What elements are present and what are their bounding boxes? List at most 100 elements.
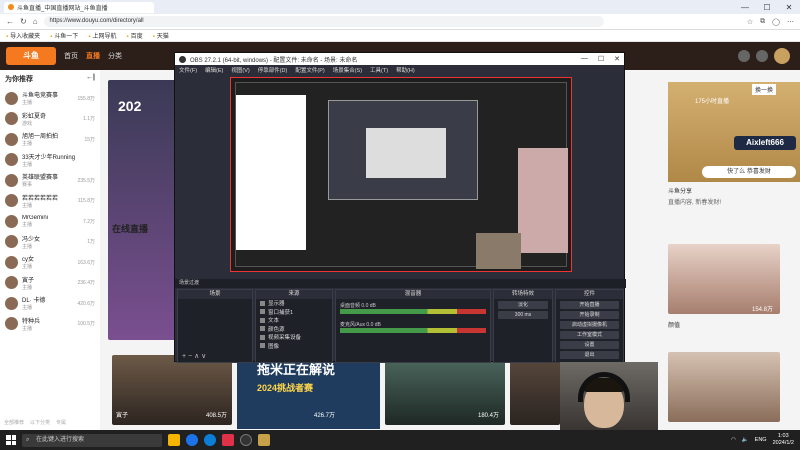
obs-menu-item[interactable]: 帮助(H) [396,66,415,74]
douyu-app-icon[interactable] [222,434,234,446]
source-item[interactable]: 文本 [256,316,332,325]
sidebar-item-text: 彩虹夏奇 游戏 [22,111,79,127]
more-icon[interactable]: ⋯ [787,18,794,26]
address-bar: ← ↻ ⌂ https://www.douyu.com/directory/al… [0,14,800,30]
sidebar-item[interactable]: 英雄联盟赛事 赛事 235.5万 [5,170,95,191]
obs-close-button[interactable]: ✕ [614,55,620,63]
history-icon[interactable] [738,50,750,62]
card-viewer-count: 426.7万 [314,413,336,419]
file-explorer-icon[interactable] [168,434,180,446]
source-item[interactable]: 显示器 [256,299,332,308]
obs-minimize-button[interactable]: — [581,55,588,63]
minimize-button[interactable]: — [734,3,756,12]
footer-link[interactable]: 专属 [56,419,66,426]
network-icon[interactable]: ◠ [731,437,736,443]
sidebar-item[interactable]: MrGemini 主播 7.2万 [5,211,95,232]
clock-date: 2024/1/2 [772,440,794,446]
source-item[interactable]: 窗口捕获1 [256,308,332,317]
settings-button[interactable]: 设置 [560,341,619,349]
sidebar-item[interactable]: cy女 主播 163.6万 [5,252,95,273]
stream-thumbnail[interactable]: 拖米正在解说 2024挑战者赛 [237,355,380,429]
sidebar-item[interactable]: 寅子 主播 236.4万 [5,273,95,294]
sidebar-item[interactable]: 特种兵 主播 100.5万 [5,314,95,335]
viewer-count: 100.5万 [77,321,95,328]
footer-link[interactable]: 全部推荐 [4,419,24,426]
nav-category[interactable]: 分类 [108,51,122,61]
browser-tab[interactable]: 斗鱼直播_中国直播网站_斗鱼直播 [4,1,154,13]
ad-banner-button[interactable]: 快了么 恭喜发财 [702,166,796,178]
browser-app-icon[interactable] [186,434,198,446]
obs-menu-item[interactable]: 停靠部件(D) [258,66,288,74]
obs-maximize-button[interactable]: ☐ [598,55,604,63]
obs-menu-item[interactable]: 工具(T) [370,66,388,74]
obs-window[interactable]: OBS 27.2.1 (64-bit, windows) - 配置文件: 未命名… [174,52,626,363]
studio-mode-button[interactable]: 工作室模式 [560,331,619,339]
controls-header: 控件 [556,290,623,299]
obs-menu-item[interactable]: 编辑(E) [205,66,223,74]
sidebar-list: 斗鱼电竞赛事 主播 155.8万 彩虹夏奇 游戏 1.1万 旭旭一周拍拍 主播 15万 33天才少… [5,88,95,334]
close-button[interactable]: ✕ [778,3,800,12]
bookmark-item[interactable]: 上网导航 [88,31,116,40]
sidebar-item[interactable]: 若若若若若若 主播 115.8万 [5,191,95,212]
sidebar-item[interactable]: 斗鱼电竞赛事 主播 155.8万 [5,88,95,109]
taskbar-search-input[interactable]: 在此键入进行搜索 [22,433,162,447]
back-icon[interactable]: ← [6,17,14,26]
obs-menu-item[interactable]: 场景集合(S) [333,66,362,74]
card-viewer-count: 180.4万 [478,413,500,419]
start-streaming-button[interactable]: 开始直播 [560,301,619,309]
hero-title: 202 [118,98,142,114]
volume-meter[interactable] [340,328,486,333]
preview-webcam [476,233,521,269]
language-indicator[interactable]: ENG [755,437,767,443]
exit-button[interactable]: 退出 [560,351,619,359]
virtual-camera-button[interactable]: 启动虚拟摄像机 [560,321,619,329]
nav-live[interactable]: 直播 [86,51,100,61]
nav-home[interactable]: 首页 [64,51,78,61]
windows-start-icon[interactable] [6,435,16,445]
footer-link[interactable]: 以下分类 [30,419,50,426]
url-input[interactable]: https://www.douyu.com/directory/all [43,16,604,27]
clock[interactable]: 1:03 2024/1/2 [773,433,794,447]
user-avatar[interactable] [774,48,790,64]
sidebar-item[interactable]: 彩虹夏奇 游戏 1.1万 [5,109,95,130]
volume-icon[interactable]: 🔈 [742,437,749,443]
start-recording-button[interactable]: 开始录制 [560,311,619,319]
obs-preview[interactable] [230,77,572,272]
lol-app-icon[interactable] [258,434,270,446]
douyu-logo[interactable]: 斗鱼 [6,47,56,65]
sidebar-item[interactable]: DL· 卡德 主播 420.6万 [5,293,95,314]
stream-thumbnail[interactable] [668,352,780,422]
maximize-button[interactable]: ☐ [756,3,778,12]
scenes-controls[interactable]: + − ∧ ∨ [182,352,206,360]
star-icon[interactable]: ☆ [747,18,753,26]
sidebar-item[interactable]: 冯少女 主播 1万 [5,232,95,253]
stream-thumbnail[interactable] [510,355,560,425]
sidebar-item[interactable]: 旭旭一周拍拍 主播 15万 [5,129,95,150]
obs-menu-item[interactable]: 配置文件(P) [295,66,324,74]
source-item[interactable]: 图像 [256,342,332,351]
tab-title: 斗鱼直播_中国直播网站_斗鱼直播 [17,5,108,12]
refresh-link[interactable]: 换一换 [752,84,777,95]
collections-icon[interactable]: ⧉ [760,18,765,26]
edge-app-icon[interactable] [204,434,216,446]
collapse-icon[interactable]: ←| [86,74,95,84]
transition-duration[interactable]: 300 ms [498,311,548,319]
obs-menu-item[interactable]: 视图(V) [231,66,249,74]
bookmark-item[interactable]: 百度 [126,31,143,40]
obs-menu-item[interactable]: 文件(F) [179,66,197,74]
sidebar-item-text: MrGemini 主播 [22,215,79,228]
volume-meter[interactable] [340,309,486,314]
bookmark-item[interactable]: 斗鱼一下 [50,31,78,40]
obs-app-icon[interactable] [240,434,252,446]
bookmark-item[interactable]: 天猫 [153,31,169,40]
refresh-icon[interactable]: ↻ [20,17,27,26]
transition-select[interactable]: 淡化 [498,301,548,309]
follow-icon[interactable] [756,50,768,62]
profile-icon[interactable]: ◯ [772,18,780,26]
bookmark-item[interactable]: 导入收藏夹 [6,31,40,40]
source-item[interactable]: 视频采集设备 [256,333,332,342]
sidebar-item[interactable]: 33天才少年Running 主播 [5,150,95,171]
home-icon[interactable]: ⌂ [33,17,38,26]
source-item[interactable]: 颜色源 [256,325,332,334]
streamer-avatar [5,132,18,146]
